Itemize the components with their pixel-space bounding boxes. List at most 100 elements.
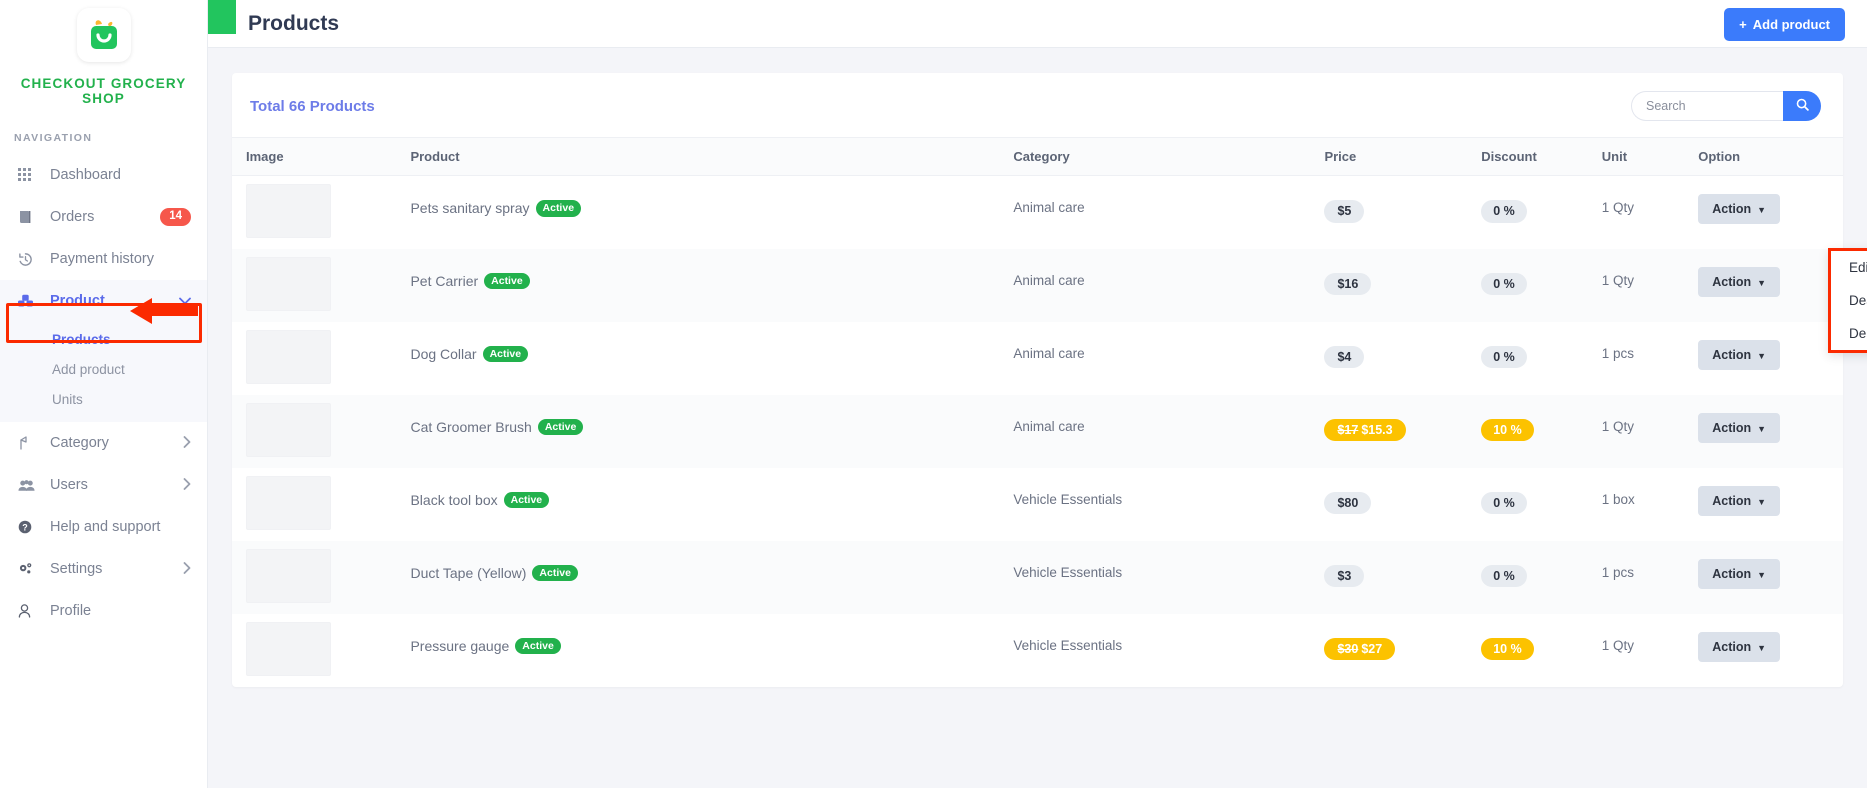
main-content: Products + Add product Total 66 Products [208,0,1867,788]
product-name: Black tool box [410,491,498,508]
action-button[interactable]: Action ▼ [1698,266,1781,297]
action-button[interactable]: Action ▼ [1698,194,1781,224]
caret-down-icon: ▼ [1757,642,1767,653]
sidebar-item-users[interactable]: Users [0,464,207,506]
row-discount-cell: 0 % [1481,176,1602,249]
row-unit-cell: 1 pcs [1601,345,1635,361]
search-icon [1796,98,1809,114]
sidebar-item-orders[interactable]: Orders 14 [0,196,207,238]
status-badge: Active [484,272,530,289]
column-header-image: Image [232,137,411,176]
cat-groomer-brush-thumbnail [246,402,331,457]
action-button[interactable]: Action ▼ [1698,412,1781,443]
product-name: Cat Groomer Brush [410,418,532,435]
discount-badge: 0 % [1481,345,1527,368]
table-head: Image Product Category Price Discount Un… [232,137,1843,176]
chevron-right-icon [183,435,191,451]
logo-container [0,0,207,62]
black-tool-box-thumbnail [246,475,331,530]
discount-badge: 10 % [1481,418,1534,441]
status-badge: Active [535,200,582,217]
row-unit-cell: 1 Qty [1601,200,1635,215]
search-button[interactable] [1783,91,1821,121]
dog-collar-thumbnail [246,329,331,384]
row-price-cell: $16 [1324,249,1481,322]
price-badge: $30 $27 [1324,637,1396,660]
action-dropdown-menu[interactable]: EditDeactivateDelete [1828,248,1867,353]
app-root: CHECKOUT GROCERY SHOP NAVIGATION Dashboa… [0,0,1867,788]
sidebar-item-category[interactable]: Category [0,422,207,464]
sidebar-item-label: Users [50,477,88,493]
plus-icon: + [1739,17,1747,32]
sidebar-subitem-add-product[interactable]: Add product [0,354,207,384]
sidebar-item-dashboard[interactable]: Dashboard [0,154,207,196]
action-button[interactable]: Action ▼ [1698,631,1781,662]
row-unit-cell: 1 Qty [1601,272,1635,288]
dropdown-item-delete[interactable]: Delete [1831,317,1867,350]
products-table: Image Product Category Price Discount Un… [232,137,1843,687]
green-accent-tab [208,0,236,34]
row-price-cell: $30 $27 [1324,614,1481,687]
row-category-cell: Vehicle Essentials [1013,491,1123,507]
sidebar-item-product[interactable]: Product [0,280,207,322]
sidebar-item-label: Product [50,293,105,309]
status-badge: Active [503,491,550,508]
user-icon [18,604,40,618]
caret-down-icon: ▼ [1757,496,1767,507]
sidebar-subitem-products[interactable]: Products [0,324,207,354]
row-category-cell: Animal care [1013,200,1085,215]
caret-down-icon: ▼ [1757,350,1767,361]
row-option-cell: Action ▼ [1698,249,1843,322]
status-badge: Active [515,637,561,654]
caret-down-icon: ▼ [1757,205,1767,215]
total-products-label: Total 66 Products [250,97,375,115]
navigation-section-label: NAVIGATION [14,132,93,144]
dropdown-item-edit[interactable]: Edit [1831,251,1867,284]
dropdown-item-deactivate[interactable]: Deactivate [1831,284,1867,317]
duct-tape-thumbnail [246,548,331,603]
tag-icon [18,436,40,450]
app-logo [76,8,131,62]
pet-carrier-thumbnail [246,256,331,311]
row-category-cell: Vehicle Essentials [1013,637,1123,653]
column-header-category: Category [1013,137,1325,176]
row-product-cell: Pressure gauge Active [410,614,1013,687]
content-area: Total 66 Products Image [208,48,1867,687]
row-unit-cell: 1 box [1601,491,1635,507]
row-price-cell: $3 [1324,541,1481,614]
sidebar-item-payment-history[interactable]: Payment history [0,238,207,280]
row-price-cell: $4 [1324,322,1481,395]
table-body: Pets sanitary spray Active Animal care $5… [232,176,1843,687]
page-title: Products [248,11,340,35]
table-row: Dog Collar Active Animal care $4 0 % 1 pc… [232,322,1843,395]
sidebar-item-settings[interactable]: Settings [0,548,207,590]
discount-badge: 0 % [1481,200,1527,223]
sidebar-item-help-and-support[interactable]: ? Help and support [0,506,207,548]
gears-icon [18,562,40,576]
chevron-right-icon [183,477,191,493]
top-bar: Products + Add product [208,0,1867,48]
column-header-unit: Unit [1601,137,1699,176]
row-product-cell: Cat Groomer Brush Active [410,395,1013,468]
discount-badge: 0 % [1481,272,1527,295]
sidebar-item-profile[interactable]: Profile [0,590,207,632]
sidebar-subitem-units[interactable]: Units [0,384,207,414]
row-price-cell: $17 $15.3 [1324,395,1481,468]
sidebar-item-label: Category [50,435,109,451]
table-row: Duct Tape (Yellow) Active Vehicle Essenti… [232,540,1843,614]
price-badge: $5 [1324,200,1365,223]
action-button[interactable]: Action ▼ [1698,339,1781,370]
add-product-button[interactable]: + Add product [1724,8,1845,41]
action-button[interactable]: Action ▼ [1698,485,1781,516]
row-unit-cell: 1 pcs [1601,564,1635,580]
price-badge: $80 [1324,491,1372,514]
orders-count-badge: 14 [160,208,191,226]
spray-bottle-thumbnail [246,184,331,238]
action-button[interactable]: Action ▼ [1698,558,1781,589]
book-icon [18,210,40,224]
table-row: Black tool box Active Vehicle Essentials … [232,468,1843,541]
row-unit-cell: 1 Qty [1601,418,1635,434]
search-container [1631,91,1821,121]
search-input[interactable] [1631,91,1783,121]
sidebar: CHECKOUT GROCERY SHOP NAVIGATION Dashboa… [0,0,208,788]
